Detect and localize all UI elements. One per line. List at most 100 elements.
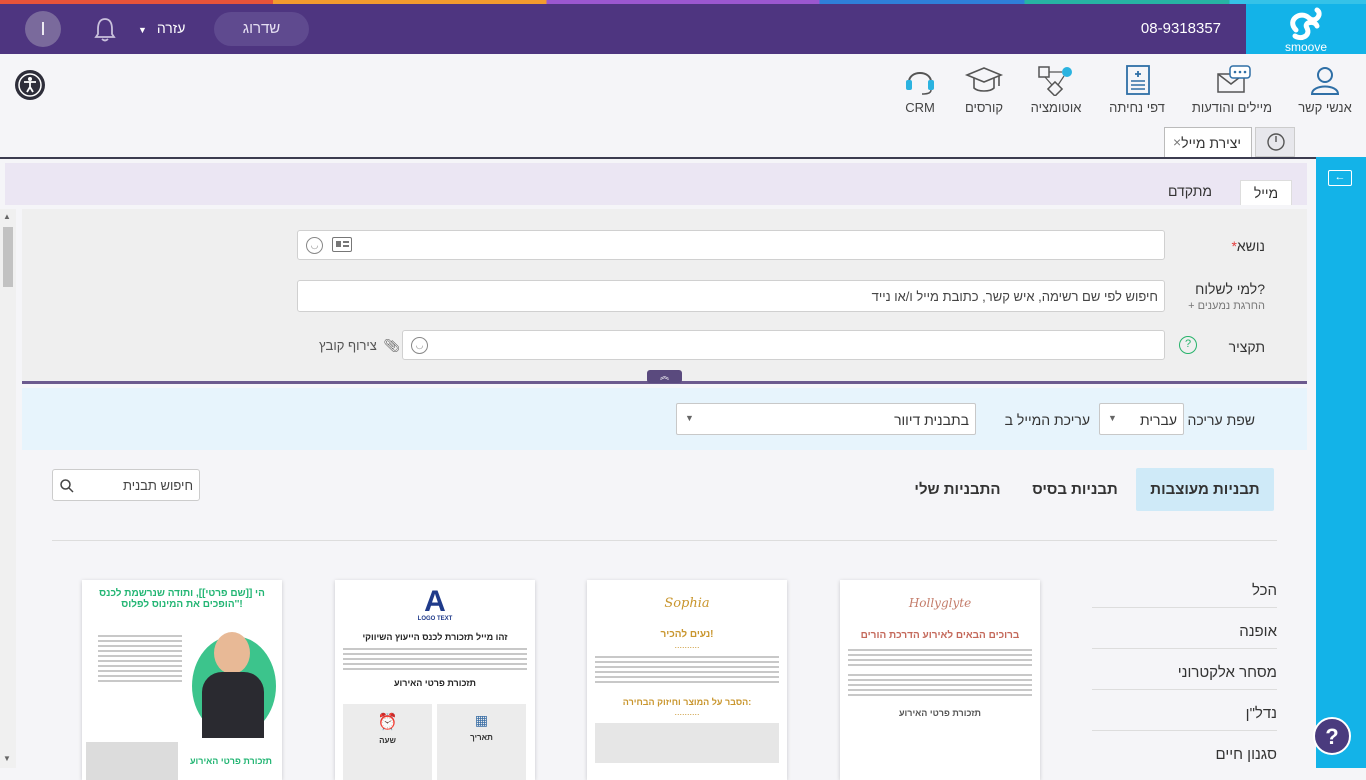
category-ecommerce[interactable]: מסחר אלקטרוני: [1092, 664, 1277, 690]
contact-card-icon[interactable]: [332, 237, 352, 252]
template-subtitle: הסבר על המוצר וחיזוק הבחירה:: [622, 697, 752, 707]
courses-icon: [964, 67, 1004, 92]
edit-language-label: שפת עריכה: [1187, 412, 1255, 428]
tab-my-templates[interactable]: התבניות שלי: [905, 468, 1010, 511]
template-time-box: ⏰ שעה: [343, 704, 432, 780]
subject-input[interactable]: ◡: [297, 230, 1165, 260]
accessibility-icon[interactable]: [15, 70, 45, 100]
scroll-thumb[interactable]: [3, 227, 13, 287]
question-icon[interactable]: ?: [1179, 336, 1197, 354]
subtab-advanced[interactable]: מתקדם: [1160, 183, 1220, 199]
template-search-input[interactable]: חיפוש תבנית: [52, 469, 200, 501]
dashboard-gauge-icon: [1267, 133, 1285, 151]
template-logo: A LOGO TEXT: [335, 585, 535, 623]
brand-name: smoove: [1284, 40, 1328, 54]
template-card[interactable]: הי [[שם פרטי]], ותודה שנרשמת לכנס 'הופכי…: [82, 580, 282, 780]
side-panel: ←: [1316, 157, 1366, 768]
scroll-up-icon[interactable]: ▲: [3, 212, 11, 221]
edit-mode-label: עריכת המייל ב: [1004, 412, 1090, 428]
phone-number: 08-9318357: [1140, 20, 1221, 37]
template-card[interactable]: Sophia נעים להכיר! .......... הסבר על המ…: [587, 580, 787, 780]
template-footer: תזכורת פרטי האירוע: [898, 708, 981, 718]
contacts-icon: [1310, 67, 1340, 95]
mail-subtabs: מייל מתקדם: [5, 163, 1307, 205]
nav-item-emails[interactable]: מיילים והודעות: [1190, 64, 1274, 115]
dropdown-arrow-icon: ▼: [685, 413, 694, 423]
template-title: זהו מייל תזכורת לכנס הייעוץ השיווקי: [362, 632, 508, 642]
nav-item-contacts[interactable]: אנשי קשר: [1296, 64, 1354, 115]
bell-icon[interactable]: [93, 16, 117, 47]
template-search-placeholder: חיפוש תבנית: [123, 478, 193, 493]
nav-item-crm[interactable]: CRM: [900, 64, 940, 115]
summary-input[interactable]: ◡: [402, 330, 1165, 360]
logo-a-icon: A: [424, 585, 446, 618]
scrollbar[interactable]: ▲ ▼: [0, 209, 16, 768]
help-bubble-button[interactable]: ?: [1313, 717, 1351, 755]
color-strip: [0, 0, 1366, 4]
category-fashion[interactable]: אופנה: [1092, 623, 1277, 649]
nav-item-label: דפי נחיתה: [1109, 100, 1165, 115]
arrow-left-icon[interactable]: ←: [1328, 170, 1352, 186]
nav-item-label: CRM: [905, 100, 935, 115]
tab-create-mail[interactable]: יצירת מייל ×: [1164, 127, 1252, 157]
automation-icon: [1038, 66, 1072, 98]
category-real-estate[interactable]: נדל"ן: [1092, 705, 1277, 731]
template-date-box: ▦ תאריך: [437, 704, 526, 780]
subject-label: *נושא: [1225, 238, 1265, 254]
template-title: הי [[שם פרטי]], ותודה שנרשמת לכנס 'הופכי…: [99, 588, 265, 610]
avatar[interactable]: I: [25, 11, 61, 47]
template-logo: Hollyglyte: [908, 596, 972, 610]
template-logo-text: LOGO TEXT: [417, 616, 453, 622]
template-card[interactable]: A LOGO TEXT זהו מייל תזכורת לכנס הייעוץ …: [335, 580, 535, 780]
scroll-down-icon[interactable]: ▼: [3, 754, 11, 763]
template-title: נעים להכיר!: [660, 629, 714, 640]
template-box-title: שעה: [379, 736, 396, 745]
edit-mode-value: בתבנית דיוור: [894, 412, 969, 428]
edit-language-value: עברית: [1139, 412, 1177, 428]
to-label-text: למי לשלוח?: [1195, 281, 1265, 297]
category-all[interactable]: הכל: [1092, 582, 1277, 608]
nav-item-label: אוטומציה: [1030, 100, 1082, 115]
edit-mode-select[interactable]: בתבנית דיוור ▼: [676, 403, 976, 435]
smoove-logo-icon: [1290, 7, 1322, 41]
dropdown-arrow-icon: ▼: [1108, 413, 1117, 423]
nav-item-automation[interactable]: אוטומציה: [1026, 64, 1086, 115]
tab-dashboard[interactable]: [1255, 127, 1295, 157]
close-icon[interactable]: ×: [1173, 134, 1181, 150]
help-menu[interactable]: ▼ עזרה: [138, 20, 185, 36]
template-card[interactable]: Hollyglyte ברוכים הבאים לאירוע הדרכת הור…: [840, 580, 1040, 780]
template-dots: ..........: [674, 707, 700, 717]
tab-basic-templates[interactable]: תבניות בסיס: [1025, 468, 1125, 511]
template-subtitle: תזכורת פרטי האירוע: [393, 678, 476, 688]
template-dots: ..........: [674, 640, 700, 650]
edit-language-select[interactable]: עברית ▼: [1099, 403, 1184, 435]
emails-messages-icon: [1217, 65, 1251, 93]
tab-bar-line: [0, 157, 1316, 159]
nav-item-label: מיילים והודעות: [1191, 100, 1273, 115]
category-lifestyle[interactable]: סגנון חיים: [1092, 746, 1277, 771]
brand-logo[interactable]: smoove: [1246, 4, 1366, 54]
to-label: למי לשלוח? + החרגת נמענים: [1188, 281, 1265, 312]
collapse-up-icon[interactable]: ︽: [647, 370, 682, 383]
template-person-image: [192, 628, 276, 738]
recipients-search-input[interactable]: חיפוש לפי שם רשימה, איש קשר, כתובת מייל …: [297, 280, 1165, 312]
template-title: ברוכים הבאים לאירוע הדרכת הורים: [860, 630, 1020, 641]
templates-separator: [52, 540, 1277, 541]
tab-designed-templates[interactable]: תבניות מעוצבות: [1136, 468, 1274, 511]
crm-headset-icon: [906, 72, 934, 95]
subject-label-text: נושא: [1236, 238, 1265, 254]
exclude-recipients-link[interactable]: + החרגת נמענים: [1188, 300, 1265, 312]
emoji-icon[interactable]: ◡: [411, 337, 428, 354]
nav-item-courses[interactable]: קורסים: [960, 64, 1008, 115]
clock-icon: ⏰: [377, 714, 398, 731]
template-box-title: תאריך: [470, 733, 493, 742]
chevron-down-icon: ▼: [138, 25, 147, 35]
upgrade-button[interactable]: שדרוג: [214, 12, 309, 46]
attach-file-button[interactable]: צירוף קובץ 📎︎: [319, 338, 400, 354]
subtab-mail[interactable]: מייל: [1240, 180, 1292, 205]
attach-file-label: צירוף קובץ: [319, 338, 377, 353]
template-image: [86, 742, 178, 780]
emoji-icon[interactable]: ◡: [306, 237, 323, 254]
template-footer: תזכורת פרטי האירוע: [189, 756, 272, 766]
nav-item-landing-pages[interactable]: דפי נחיתה: [1106, 64, 1168, 115]
